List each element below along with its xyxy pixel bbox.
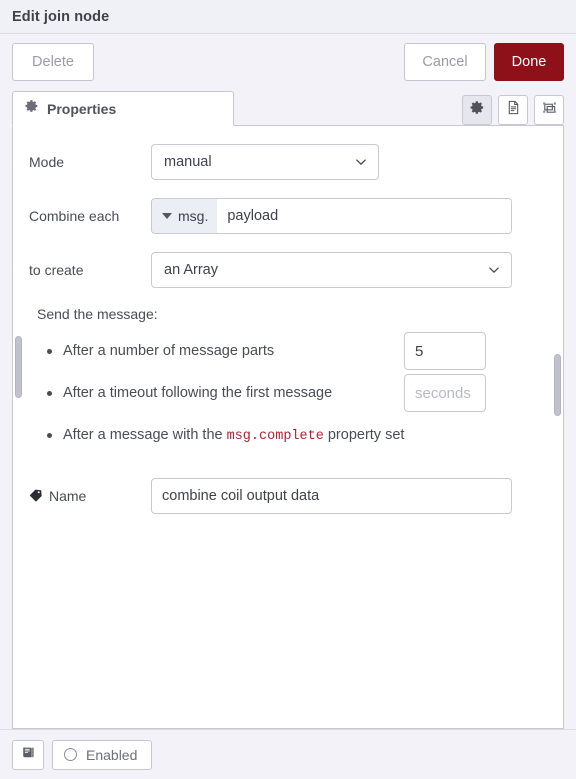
to-create-label: to create [29, 262, 84, 278]
combine-each-label: Combine each [29, 208, 120, 224]
delete-button[interactable]: Delete [12, 43, 94, 81]
form-row-mode: Mode manual [29, 144, 547, 180]
gear-icon-button[interactable] [462, 95, 492, 125]
node-help-button[interactable] [12, 739, 44, 770]
send-condition-list: After a number of message parts After a … [29, 332, 547, 454]
tab-properties-label: Properties [47, 100, 117, 117]
msg-prefix-label: msg. [178, 208, 209, 224]
name-input[interactable] [151, 478, 512, 514]
tab-icon-buttons [462, 95, 564, 125]
chevron-down-icon [487, 263, 501, 277]
combine-each-typed-input[interactable]: msg. payload [151, 198, 512, 234]
appearance-icon [542, 100, 557, 120]
chevron-down-icon [354, 155, 368, 169]
list-item-timeout: After a timeout following the first mess… [47, 374, 547, 412]
form-row-to-create: to create an Array [29, 252, 547, 288]
description-icon-button[interactable] [498, 95, 528, 125]
book-icon [21, 745, 36, 765]
combine-each-property-input[interactable]: payload [217, 199, 511, 233]
timeout-seconds-input[interactable] [404, 374, 486, 412]
appearance-icon-button[interactable] [534, 95, 564, 125]
dialog-footer: Enabled [0, 729, 576, 779]
mode-select[interactable]: manual [151, 144, 379, 180]
complete-text-before: After a message with the [63, 426, 227, 443]
msg-prefix-dropdown[interactable]: msg. [152, 199, 218, 233]
timeout-label: After a timeout following the first mess… [63, 385, 333, 401]
edit-join-node-dialog: Edit join node Delete Cancel Done Proper… [0, 0, 576, 779]
mode-select-value: manual [164, 154, 212, 170]
form-row-name: Name [29, 478, 547, 514]
gear-icon [470, 100, 485, 120]
description-icon [506, 100, 521, 120]
name-label-group: Name [29, 488, 151, 505]
form-row-combine-each: Combine each msg. payload [29, 198, 547, 234]
name-label: Name [49, 488, 87, 504]
list-item-complete-property: After a message with the msg.complete pr… [47, 416, 547, 454]
gear-icon [25, 99, 39, 118]
message-parts-label: After a number of message parts [63, 343, 275, 359]
vertical-scrollbar-right[interactable] [554, 354, 561, 416]
tag-icon [29, 488, 43, 505]
properties-panel: Mode manual Combine each msg. payload to… [12, 126, 564, 729]
tab-strip: Properties [0, 90, 576, 126]
dialog-title: Edit join node [12, 8, 110, 25]
to-create-select-value: an Array [164, 262, 218, 278]
mode-label: Mode [29, 154, 65, 170]
enabled-toggle-label: Enabled [86, 746, 138, 763]
done-button[interactable]: Done [494, 43, 564, 81]
cancel-button[interactable]: Cancel [404, 43, 486, 81]
complete-text-after: property set [323, 426, 405, 443]
message-parts-count-input[interactable] [404, 332, 486, 370]
list-item-message-parts: After a number of message parts [47, 332, 547, 370]
vertical-scrollbar-left[interactable] [15, 336, 22, 398]
caret-down-icon [162, 213, 172, 219]
dialog-titlebar: Edit join node [0, 0, 576, 34]
join-node-form: Mode manual Combine each msg. payload to… [13, 126, 563, 514]
send-section-title: Send the message: [37, 306, 158, 322]
to-create-select[interactable]: an Array [151, 252, 512, 288]
enabled-toggle-button[interactable]: Enabled [52, 739, 153, 770]
msg-complete-code: msg.complete [226, 428, 324, 444]
circle-icon [64, 748, 77, 761]
dialog-action-bar: Delete Cancel Done [0, 34, 576, 90]
tab-properties[interactable]: Properties [12, 91, 234, 126]
complete-property-label: After a message with the msg.complete pr… [63, 427, 404, 444]
